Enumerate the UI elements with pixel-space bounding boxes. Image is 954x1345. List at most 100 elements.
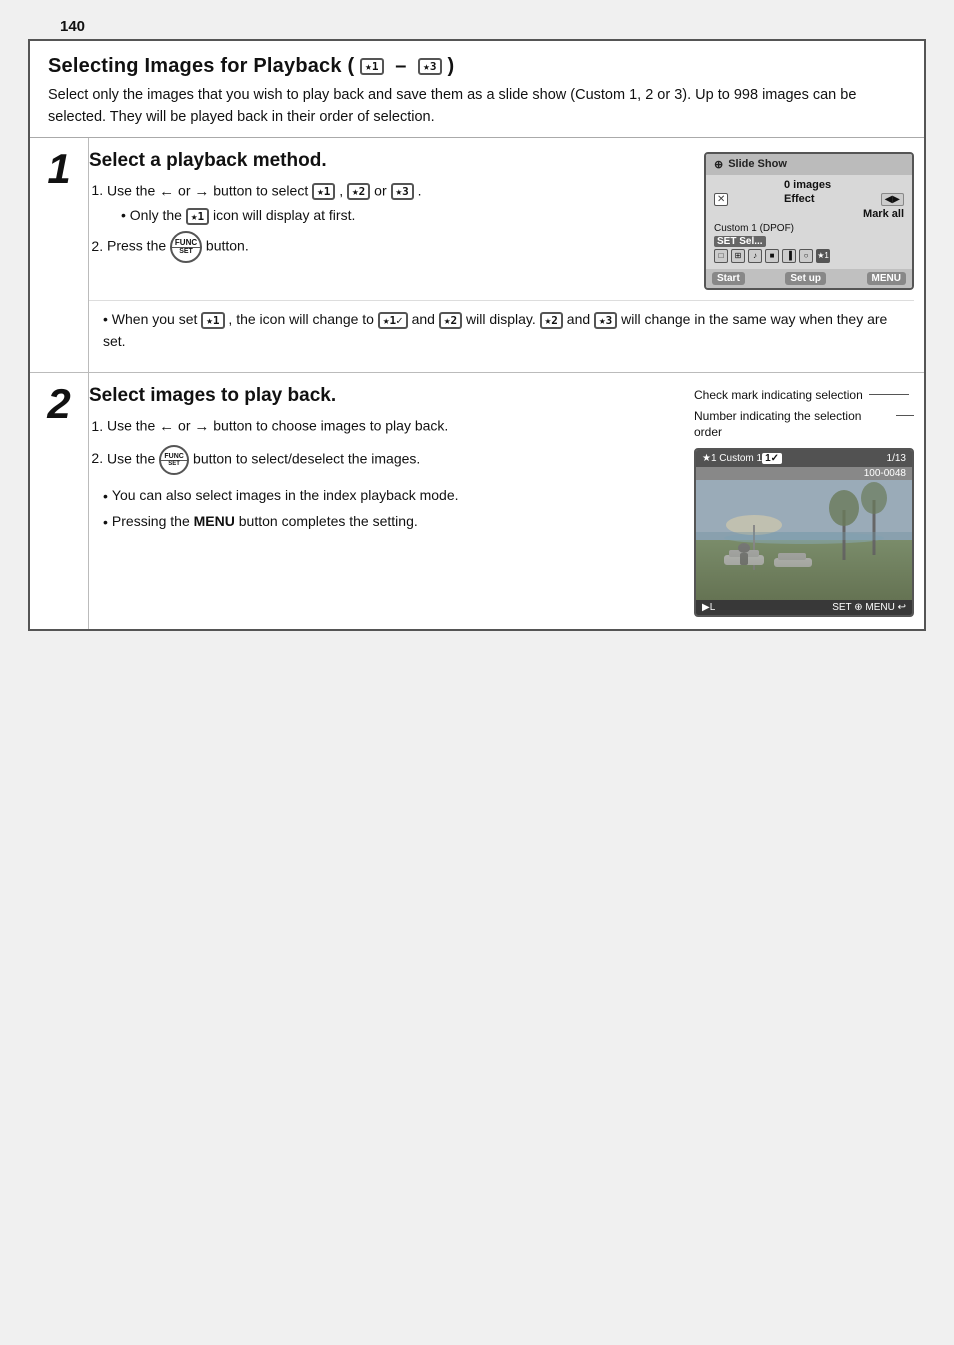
cs2-topright: 1/13 [881, 453, 906, 464]
bullet-dot2: • [103, 512, 108, 534]
icon-star3-title: ★3 [418, 58, 442, 75]
step2-camera-screen: ★1 Custom 1 1✓ 1/13 100-0048 [694, 448, 914, 617]
step2-image-col: Check mark indicating selection Number i… [684, 385, 914, 617]
step2-item2: Use the FUNC SET button to select/desele… [107, 445, 676, 475]
step1-inner: Select a playback method. Use the ← or →… [89, 150, 914, 290]
cs-images-val: 0 images [784, 179, 831, 191]
cs-slideshow-icon: ⊕ [714, 158, 723, 171]
bullet-dot1: • [103, 486, 108, 508]
arrow-left-icon: ← [159, 180, 174, 203]
cs-effect-label: ✕ [714, 193, 784, 205]
cs-icon7: ★1 [816, 249, 830, 263]
cs-row-custom: Custom 1 (DPOF) [714, 223, 904, 234]
icon-star2-note2: ★2 [540, 312, 563, 329]
step2-right-panel: Check mark indicating selection Number i… [694, 387, 914, 617]
step2-bullet1-text: You can also select images in the index … [112, 485, 459, 507]
step2-title: Select images to play back. [89, 385, 676, 407]
cs-effect-arrows: ◀▶ [881, 193, 904, 206]
icon-star2: ★2 [347, 183, 370, 200]
step1-text-col: Select a playback method. Use the ← or →… [89, 150, 684, 290]
cs-icon6: ○ [799, 249, 813, 263]
callout2-text: Number indicating the selection order [694, 408, 890, 440]
icon-star2-note: ★2 [439, 312, 462, 329]
cs-row-setsel: SET Sel... [714, 236, 904, 247]
cs-body: 0 images ✕ Effect ◀▶ Mark all [706, 175, 912, 269]
cs-effect-val: Effect [784, 193, 815, 205]
callout2: Number indicating the selection order [694, 408, 914, 440]
step2-callouts: Check mark indicating selection Number i… [694, 387, 914, 440]
cs2-photo-overlay [696, 540, 912, 600]
step2-body: Use the ← or → button to choose images t… [89, 415, 676, 534]
cs-row-markall: Mark all [714, 208, 904, 220]
callout1-text: Check mark indicating selection [694, 387, 863, 403]
icon-star3-note: ★3 [594, 312, 617, 329]
cs-footer-start: Start [712, 272, 745, 285]
cs-icon4: ■ [765, 249, 779, 263]
step2-bullet2-text: Pressing the MENU button completes the s… [112, 511, 418, 533]
menu-bold: MENU [194, 513, 235, 529]
icon-star1-only: ★1 [186, 208, 209, 225]
step1-note: • When you set ★1 , the icon will change… [89, 300, 914, 360]
cs-icon-row: □ ⊞ ♪ ■ ▐ ○ ★1 [714, 249, 904, 263]
step2-content: Select images to play back. Use the ← or… [88, 373, 924, 629]
step2-arrow-right: → [194, 415, 209, 438]
cs-icon1: □ [714, 249, 728, 263]
cs-icon3: ♪ [748, 249, 762, 263]
cs2-footer-right: SET ⊕ MENU ↩ [832, 602, 906, 613]
page-title: Selecting Images for Playback ( ★1 – ★3 … [48, 55, 906, 78]
step1-body: Use the ← or → button to select ★1 , ★2 … [89, 180, 676, 263]
step2-bullets: • You can also select images in the inde… [89, 485, 676, 534]
step1-content: Select a playback method. Use the ← or →… [88, 138, 924, 372]
step2-inner: Select images to play back. Use the ← or… [89, 385, 914, 617]
step2-func-btn: FUNC SET [159, 445, 189, 475]
cs-footer-setup: Set up [785, 272, 826, 285]
step1-title: Select a playback method. [89, 150, 676, 172]
callout1: Check mark indicating selection [694, 387, 914, 403]
callout1-line [869, 394, 909, 395]
intro-text: Select only the images that you wish to … [48, 84, 906, 129]
step2-bullet2: • Pressing the MENU button completes the… [103, 511, 676, 534]
step1-number-col: 1 [30, 138, 88, 372]
icon-star1v-note: ★1✓ [378, 312, 408, 329]
cs-header: ⊕ Slide Show [706, 154, 912, 175]
cs-icon2: ⊞ [731, 249, 745, 263]
step1-number: 1 [47, 148, 70, 190]
cs2-topbar: ★1 Custom 1 1✓ 1/13 [696, 450, 912, 467]
cs-footer-menu: MENU [867, 272, 906, 285]
cs2-photo [696, 480, 912, 600]
icon-star1-title: ★1 [360, 58, 384, 75]
step2-arrow-left: ← [159, 415, 174, 438]
cs-markall-val: Mark all [863, 208, 904, 220]
cs-custom-label: Custom 1 (DPOF) [714, 223, 794, 234]
header-section: Selecting Images for Playback ( ★1 – ★3 … [30, 41, 924, 138]
step2-number: 2 [47, 383, 70, 425]
step1-sub1: • Only the ★1 icon will display at first… [121, 205, 676, 227]
step2-bullet1: • You can also select images in the inde… [103, 485, 676, 508]
step2-section: 2 Select images to play back. Use the ← … [30, 373, 924, 629]
callout2-line [896, 415, 914, 416]
icon-star3: ★3 [391, 183, 414, 200]
arrow-right-icon: → [194, 180, 209, 203]
cs-slideshow-label: Slide Show [728, 158, 787, 170]
cs2-footer: ▶L SET ⊕ MENU ↩ [696, 600, 912, 615]
step2-text-col: Select images to play back. Use the ← or… [89, 385, 684, 617]
step2-item1: Use the ← or → button to choose images t… [107, 415, 676, 438]
func-set-button: FUNC SET [170, 231, 202, 263]
cs2-topmid: 1✓ [762, 453, 782, 464]
cs-set-label: SET Sel... [714, 236, 766, 247]
cs-footer: Start Set up MENU [706, 269, 912, 288]
icon-star1: ★1 [312, 183, 335, 200]
cs2-topleft: ★1 Custom 1 [702, 453, 762, 464]
cs-row-images: 0 images [714, 179, 904, 191]
cs2-file-label: 100-0048 [696, 467, 912, 480]
cs-row-effect: ✕ Effect ◀▶ [714, 193, 904, 206]
step1-camera-screen: ⊕ Slide Show 0 images ✕ [704, 152, 914, 290]
icon-star1-note: ★1 [201, 312, 224, 329]
step1-section: 1 Select a playback method. Use the ← or… [30, 138, 924, 373]
step2-number-col: 2 [30, 373, 88, 629]
step1-item1: Use the ← or → button to select ★1 , ★2 … [107, 180, 676, 227]
step1-item2: Press the FUNC SET button. [107, 231, 676, 263]
cs2-footer-left: ▶L [702, 602, 715, 613]
page-number: 140 [0, 0, 954, 39]
step1-image-col: ⊕ Slide Show 0 images ✕ [684, 150, 914, 290]
